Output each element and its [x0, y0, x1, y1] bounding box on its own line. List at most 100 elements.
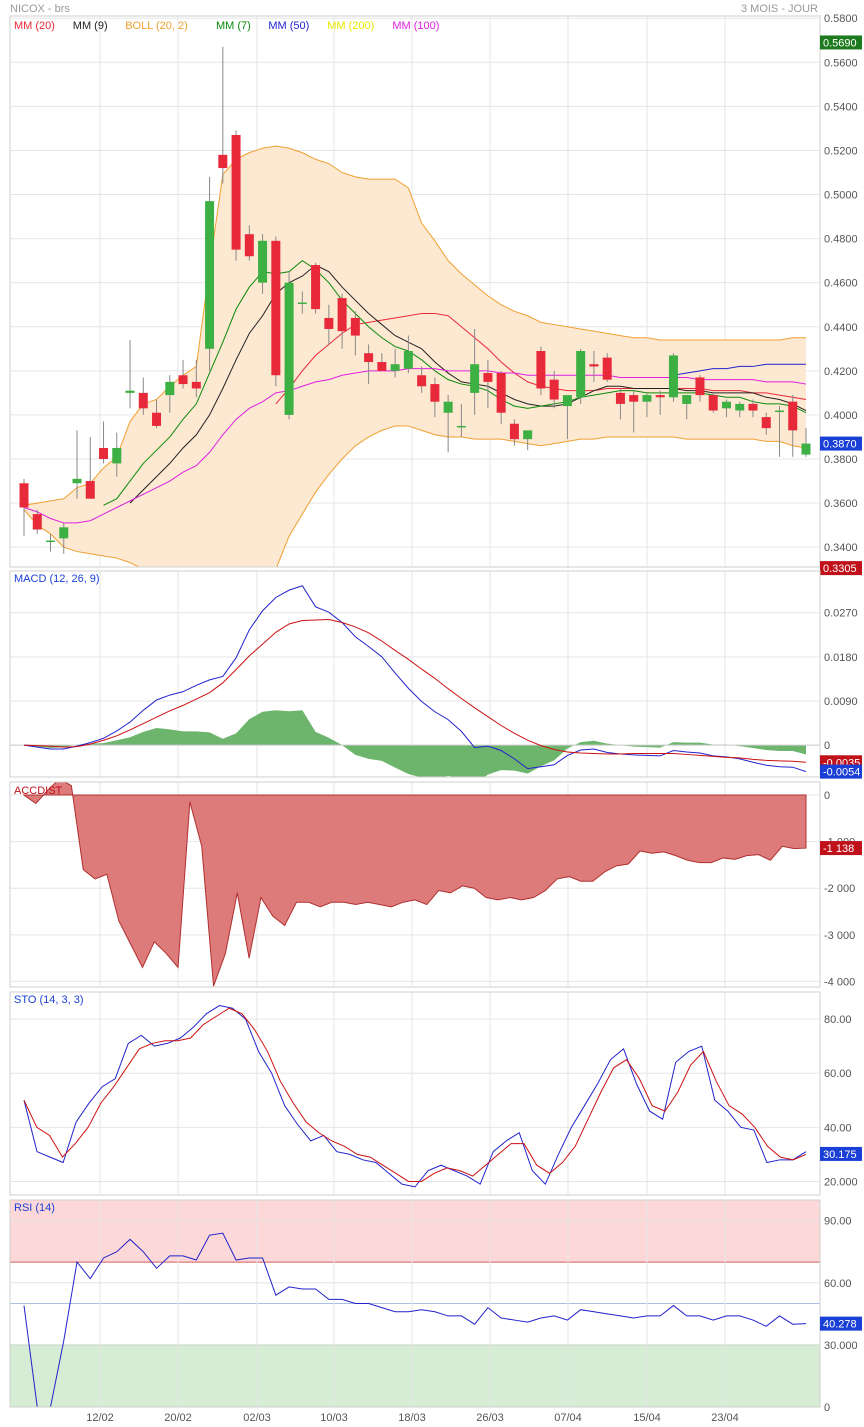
panel-2: 0-1 000-2 000-3 000-4 000ACCDIST-1 138 — [9, 781, 862, 988]
panel-3: 80.00 60.00 40.00 20.000 STO (14, 3, 3) 30.17… — [9, 991, 862, 1196]
candle-body — [59, 527, 69, 539]
y-tick-label: 0.4800 — [824, 234, 858, 246]
candle-body — [112, 447, 122, 464]
panel-plot — [10, 16, 820, 567]
y-tick-label: 0.0090 — [824, 696, 858, 708]
candle-body — [324, 317, 334, 329]
x-tick-label: 10/03 — [320, 1412, 348, 1424]
panel-title: MACD (12, 26, 9) — [14, 573, 100, 585]
candle-body — [735, 403, 745, 411]
y-tick-label: 0.3600 — [824, 498, 858, 510]
candle-body — [231, 135, 241, 250]
value-badge-label: 30.175 — [823, 1149, 857, 1161]
x-tick-label: 02/03 — [243, 1412, 271, 1424]
candle-body — [99, 447, 109, 460]
legend-entry: MM (7) — [216, 20, 251, 32]
y-tick-label: 0.4000 — [824, 410, 858, 422]
candle-body — [682, 395, 692, 404]
series-line — [23, 1005, 807, 1188]
panel-plot — [10, 571, 820, 777]
y-tick-label: 0 — [824, 1402, 830, 1414]
candle-body — [655, 395, 665, 398]
accdist-area — [22, 782, 807, 987]
candle-body — [377, 362, 387, 371]
indicator-panels: 0.5800 0.5600 0.5400 0.5200 0.5000 0.4800 0.46… — [9, 13, 862, 1414]
candle-body — [483, 373, 493, 382]
panel-plot — [10, 992, 820, 1195]
x-tick-label: 20/02 — [164, 1412, 192, 1424]
panel-0: 0.5800 0.5600 0.5400 0.5200 0.5000 0.4800 0.46… — [9, 13, 862, 576]
y-tick-label: 60.00 — [824, 1278, 852, 1290]
candle-body — [297, 302, 307, 305]
candle-body — [19, 483, 29, 508]
y-tick-label: 0 — [824, 790, 830, 802]
candle-body — [788, 401, 798, 431]
candle-body — [403, 351, 413, 369]
panel-1: 0.0270 0.0180 0.0090 0 MACD (12, 26, 9) -0.00… — [9, 570, 862, 779]
candle-body — [85, 481, 95, 499]
candle-body — [364, 353, 374, 363]
candle-body — [152, 412, 162, 426]
y-tick-label: 0.4400 — [824, 322, 858, 334]
candle-body — [165, 381, 175, 396]
candle-body — [46, 540, 56, 543]
candle-body — [629, 395, 639, 402]
y-tick-label: 0.4200 — [824, 366, 858, 378]
y-tick-label: 30.000 — [824, 1340, 858, 1352]
candle-body — [509, 423, 519, 440]
candle-body — [350, 317, 360, 336]
y-tick-label: 0.4600 — [824, 278, 858, 290]
candle-body — [443, 401, 453, 413]
candle-body — [562, 395, 572, 407]
candle-body — [337, 298, 347, 332]
candle-body — [417, 375, 427, 387]
panel-4: 90.00 60.00 30.000 0 RSI (14) 40.278 — [9, 1199, 862, 1414]
value-badge-label: 0.3870 — [823, 439, 857, 451]
x-tick-label: 15/04 — [633, 1412, 661, 1424]
instrument-title: NICOX - brs — [10, 3, 70, 15]
stock-chart: NICOX - brs 3 MOIS - JOUR 0.58000.56000.… — [9, 3, 862, 1424]
value-badge-label: -0.0054 — [823, 767, 860, 779]
candle-body — [602, 357, 612, 380]
candle-body — [642, 395, 652, 402]
bollinger-band-fill — [24, 146, 806, 567]
x-tick-label: 18/03 — [398, 1412, 426, 1424]
x-tick-label: 26/03 — [476, 1412, 504, 1424]
candle-body — [244, 234, 254, 257]
candle-body — [218, 154, 228, 169]
candle-body — [496, 373, 506, 413]
legend-entry: MM (100) — [392, 20, 439, 32]
macd-histogram — [24, 710, 806, 777]
candle-body — [430, 384, 440, 402]
candle-body — [72, 478, 82, 484]
candle-body — [311, 265, 321, 310]
y-tick-label: 0.5800 — [824, 13, 858, 25]
value-badge-label: 0.5690 — [823, 37, 857, 49]
candle-body — [138, 392, 148, 409]
panel-title: RSI (14) — [14, 1202, 55, 1214]
candle-body — [32, 514, 42, 530]
legend-entry: MM (20) — [14, 20, 55, 32]
y-tick-label: 40.00 — [824, 1122, 852, 1134]
y-tick-label: 80.00 — [824, 1014, 852, 1026]
candle-body — [576, 351, 586, 398]
candle-body — [801, 443, 811, 455]
candle-body — [708, 395, 718, 411]
y-tick-label: 0.0270 — [824, 608, 858, 620]
candle-body — [748, 403, 758, 411]
legend-entry: MM (50) — [268, 20, 309, 32]
candle-body — [191, 381, 201, 389]
y-tick-label: 60.00 — [824, 1068, 852, 1080]
candle-body — [761, 417, 771, 429]
x-tick-label: 07/04 — [554, 1412, 582, 1424]
candle-body — [615, 392, 625, 404]
date-axis: 12/02 20/02 02/03 10/03 18/03 26/03 07/04 15/04… — [86, 1412, 739, 1424]
candle-body — [668, 355, 678, 398]
candle-body — [178, 375, 188, 385]
candle-body — [695, 377, 705, 396]
y-tick-label: 0.0180 — [824, 652, 858, 664]
candle-body — [205, 201, 215, 349]
candle-body — [536, 351, 546, 389]
y-tick-label: 0.5000 — [824, 190, 858, 202]
candle-body — [258, 240, 268, 283]
